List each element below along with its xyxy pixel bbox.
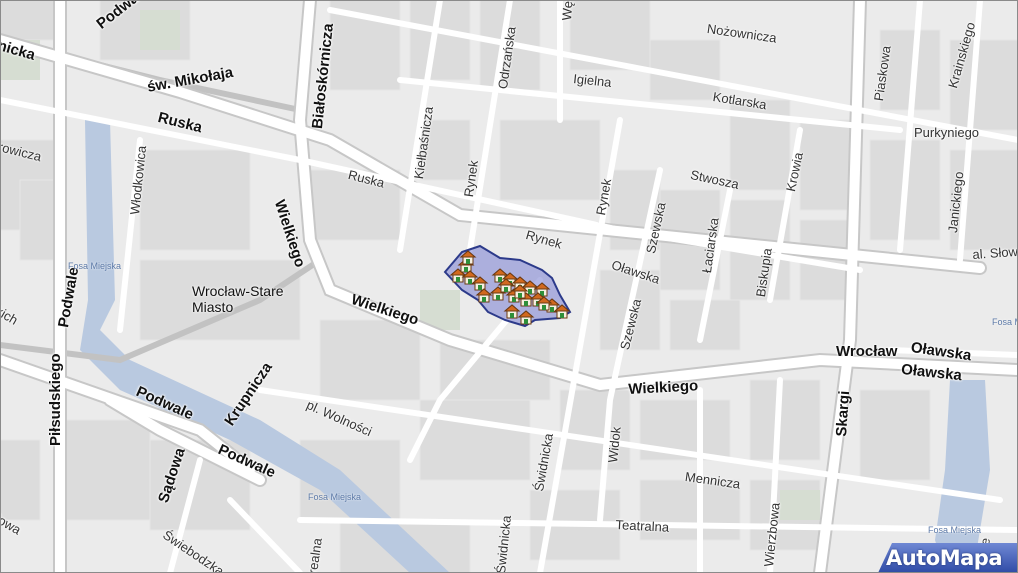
street-label: al. Słow: [971, 243, 1018, 262]
street-label: Teatralna: [615, 517, 670, 535]
brand-text: AutoMapa: [886, 546, 1002, 570]
street-label: Wielkiego: [627, 377, 699, 398]
street-label: Widok: [605, 425, 624, 464]
street-label: Igielna: [572, 71, 613, 90]
automapa-logo[interactable]: AutoMapa: [878, 543, 1018, 573]
district-label-line: Miasto: [192, 299, 234, 315]
street-label: Skargi: [833, 390, 854, 438]
district-label-line: Wrocław-Stare: [192, 283, 284, 299]
water-label: Fosa Miejska: [928, 525, 982, 535]
street-label: Purkyniego: [914, 125, 980, 140]
street-label: Węg: [559, 0, 576, 21]
street-label: Piłsudskiego: [47, 353, 64, 446]
map-view[interactable]: Podwale nicka św. Mikołaja Ruska rowicza…: [0, 0, 1018, 573]
water-label: Fosa Miejska: [992, 317, 1018, 327]
water-label: Fosa Miejska: [308, 492, 362, 502]
district-label: Wrocław-Stare Miasto: [192, 283, 284, 315]
street-label: Wrocław: [836, 343, 898, 360]
water-label: Fosa Miejska: [68, 261, 122, 271]
